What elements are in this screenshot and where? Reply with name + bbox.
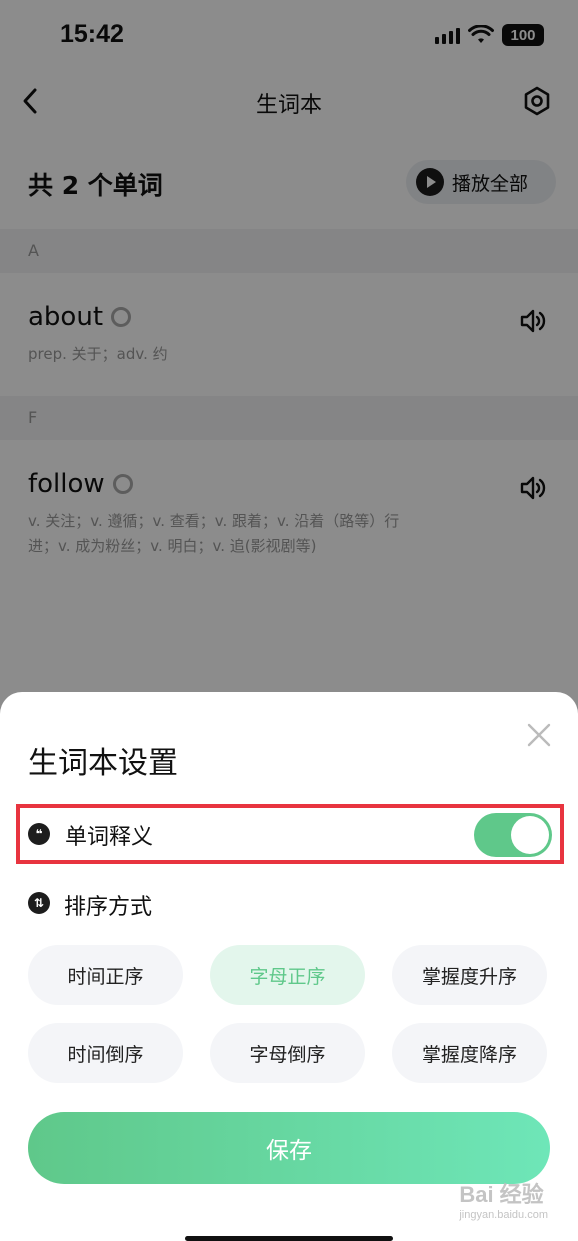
sheet-title: 生词本设置 [28, 746, 178, 781]
sort-chip-mastery-asc[interactable]: 掌握度升序 [392, 945, 547, 1005]
save-button[interactable]: 保存 [28, 1112, 550, 1184]
watermark: Bai 经验 jingyan.baidu.com [459, 1182, 548, 1221]
quote-icon: ❝ [28, 823, 50, 845]
sort-option-row: ⇅ 排序方式 [28, 889, 328, 920]
toggle-knob [511, 816, 549, 854]
sort-chip-mastery-desc[interactable]: 掌握度降序 [392, 1023, 547, 1083]
sort-chip-alpha-asc[interactable]: 字母正序 [210, 945, 365, 1005]
close-icon[interactable] [524, 720, 554, 750]
meaning-label: 单词释义 [65, 825, 154, 850]
sort-chip-time-asc[interactable]: 时间正序 [28, 945, 183, 1005]
sort-icon: ⇅ [28, 892, 50, 914]
sort-chip-alpha-desc[interactable]: 字母倒序 [210, 1023, 365, 1083]
meaning-option-row: ❝ 单词释义 [16, 804, 564, 864]
home-indicator [185, 1236, 393, 1241]
sort-label: 排序方式 [64, 895, 153, 920]
meaning-toggle[interactable] [474, 813, 552, 857]
sort-chip-time-desc[interactable]: 时间倒序 [28, 1023, 183, 1083]
settings-bottom-sheet: 生词本设置 ❝ 单词释义 ⇅ 排序方式 时间正序 字母正序 掌握度升序 时间倒序… [0, 692, 578, 1241]
